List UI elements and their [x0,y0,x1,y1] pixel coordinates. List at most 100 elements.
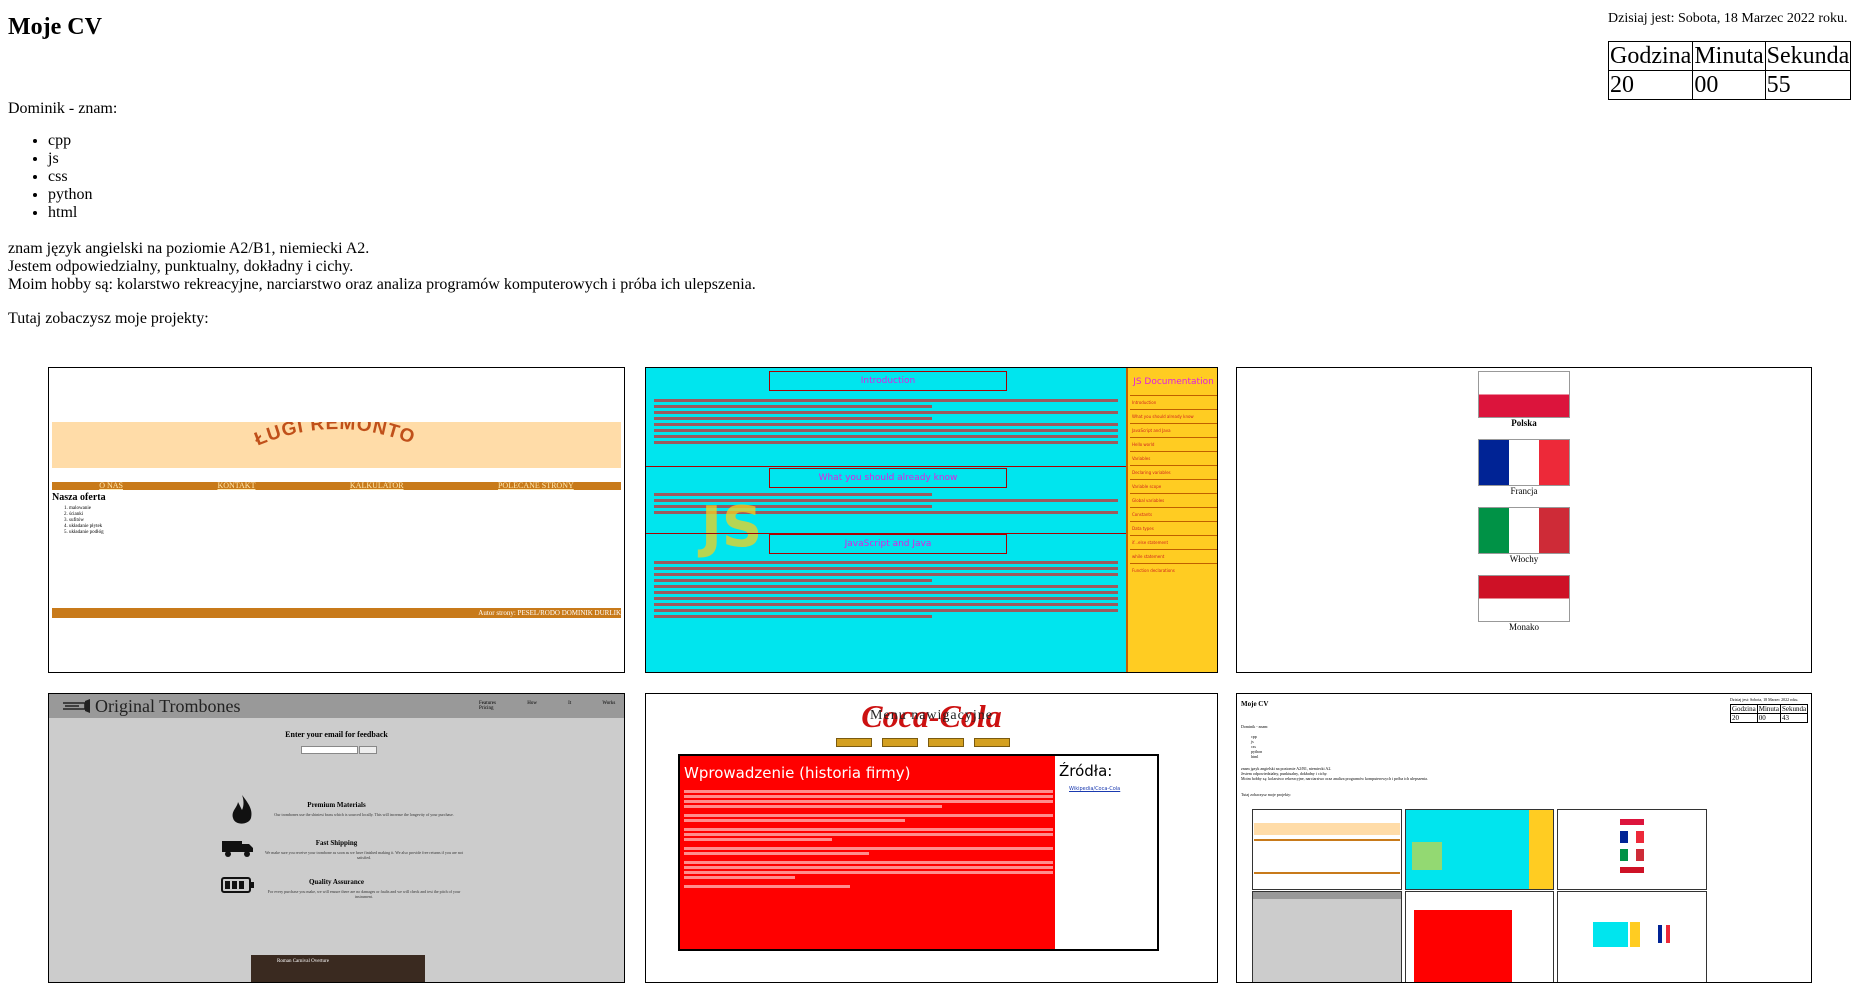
js-sidebar-title: JS Documentation [1133,377,1214,387]
mini-thumb-coca [1405,891,1554,982]
trombones-video: Roman Carnival Overture [251,955,425,982]
remont-footer: Autor strony: PESEL/RODO DOMINIK DURLIK [52,608,621,618]
js-sidebar-item: Function declarations [1130,563,1217,577]
project-thumbnail-js-docs[interactable]: Introduction What you should already kno… [645,367,1218,673]
coca-history-text [684,790,1053,888]
mini-clock-header: Sekunda [1779,704,1809,714]
skill-item: css [48,168,92,186]
flag-label: Francja [1510,486,1538,496]
remont-logo: USŁUGI REMONTOWE [227,406,418,450]
js-section-title: JavaScript and Java [769,534,1007,554]
feature-title: Fast Shipping [315,839,358,847]
trombone-icon [63,699,90,713]
page-title: Moje CV [8,14,102,40]
coca-menu-buttons [836,738,1010,747]
remont-nav-item: KONTAKT [217,481,256,490]
skill-item: python [48,186,92,204]
remont-offer-item: układanie podłóg [69,530,104,536]
remont-heading: Nasza oferta [52,492,106,503]
about-languages: znam język angielski na poziomie A2/B1, … [8,240,370,257]
trombones-nav-item: Pricing [479,706,494,711]
clock-header-second: Sekunda [1764,41,1852,71]
remont-nav-item: O NAS [99,481,123,490]
js-sidebar-item: if...else statement [1130,535,1217,549]
flag-france [1478,439,1570,486]
project-thumbnail-remont[interactable]: USŁUGI REMONTOWE O NAS KONTAKT KALKULATO… [48,367,625,673]
projects-intro: Tutaj zobaczysz moje projekty: [8,310,209,327]
skill-item: js [48,150,92,168]
feature-text: For every purchase you make, we will ens… [267,889,461,899]
trombones-header: Original Trombones Features How It Works… [49,694,624,718]
js-section-title: Introduction [769,371,1007,391]
clock-table: Godzina Minuta Sekunda 20 00 55 [1607,41,1852,100]
feature-text: We make sure you receive your trombone a… [265,850,463,860]
coca-sources-heading: Źródła: [1059,762,1113,780]
flag-monaco [1478,575,1570,622]
clock-second: 55 [1764,70,1852,100]
js-text-block [654,396,1118,447]
feature-title: Premium Materials [307,801,366,809]
project-thumbnail-flags[interactable]: Polska Francja Włochy Monako [1236,367,1812,673]
mini-cv-projects-intro: Tutaj zobaczysz moje projekty: [1241,792,1292,797]
trombones-logo: Original Trombones [95,696,241,716]
js-sidebar-item: Data types [1130,521,1217,535]
js-sidebar-item: Hello world [1130,437,1217,451]
js-section-title: What you should already know [769,468,1007,488]
coca-history-panel: Wprowadzenie (historia firmy) [678,754,1059,951]
mini-clock-header: Minuta [1756,704,1781,714]
flag-label: Polska [1511,418,1537,428]
mini-cv-clock: Godzina Minuta Sekunda 20 00 43 [1730,704,1809,723]
clock-header-minute: Minuta [1692,41,1766,71]
js-sidebar-item: Variables [1130,451,1217,465]
mini-thumb-remont [1252,809,1402,890]
trombones-email-input [301,746,358,754]
mini-thumb-trombones [1252,891,1402,982]
js-main-panel: Introduction What you should already kno… [646,368,1126,672]
feature-title: Quality Assurance [308,878,365,886]
coca-menu-title: Menu nawigacyjne [870,708,993,723]
js-sidebar-item: What you should already know [1130,409,1217,423]
coca-history-heading: Wprowadzenie (historia firmy) [684,764,911,782]
project-thumbnail-trombones[interactable]: Original Trombones Features How It Works… [48,693,625,983]
mini-clock-value: 43 [1779,713,1809,723]
js-sidebar-item: JavaScript and Java [1130,423,1217,437]
about-traits: Jestem odpowiedzialny, punktualny, dokła… [8,258,354,275]
remont-nav: O NAS KONTAKT KALKULATOR POLECANE STRONY [52,482,621,490]
flag-poland [1478,371,1570,418]
remont-logo-text: USŁUGI REMONTOWE [227,406,417,450]
mini-thumb-cv [1557,891,1707,982]
fire-icon [232,795,252,824]
mini-clock-value: 20 [1730,713,1758,723]
remont-banner: USŁUGI REMONTOWE [52,406,621,468]
svg-text:USŁUGI REMONTOWE: USŁUGI REMONTOWE [237,422,418,450]
feature-text: Our trombones use the shiniest brass whi… [274,812,454,817]
js-sidebar-item: Constants [1130,507,1217,521]
flag-label: Włochy [1509,554,1539,564]
mini-clock-header: Godzina [1730,704,1758,714]
mini-cv-about: znam język angielski na poziomie A2/B1, … [1241,766,1428,781]
js-sidebar-item: Variable scope [1130,479,1217,493]
js-sidebar-item: while statement [1130,549,1217,563]
flag-label: Monako [1509,622,1539,632]
js-sidebar-item: Introduction [1130,395,1217,409]
trombones-submit-button [359,746,377,754]
project-thumbnail-cv[interactable]: Moje CV Dzisiaj jest: Sobota, 18 Marzec … [1236,693,1812,983]
about-hobby: Moim hobby są: kolarstwo rekreacyjne, na… [8,276,756,293]
trombones-nav: Features How It Works Pricing [479,701,624,711]
clock-header-hour: Godzina [1607,41,1694,71]
clock-minute: 00 [1692,70,1766,100]
mini-thumb-flags [1557,809,1707,890]
project-thumbnail-coca-cola[interactable]: Coca-Cola Menu nawigacyjne Wprowadzenie … [645,693,1218,983]
remont-nav-item: POLECANE STRONY [497,481,574,490]
mini-cv-title: Moje CV [1241,700,1269,708]
js-sidebar: JS Documentation Introduction What you s… [1126,368,1217,672]
date-line: Dzisiaj jest: Sobota, 18 Marzec 2022 rok… [1608,11,1848,26]
skill-item: cpp [48,132,92,150]
coca-source-link: Wikipedia/Coca-Cola [1069,786,1121,792]
clock-hour: 20 [1607,70,1694,100]
skill-item: html [48,204,92,222]
mini-thumb-js [1405,809,1554,890]
js-text-block [654,558,1118,621]
js-sidebar-item: Declaring variables [1130,465,1217,479]
js-sidebar-item: Global variables [1130,493,1217,507]
